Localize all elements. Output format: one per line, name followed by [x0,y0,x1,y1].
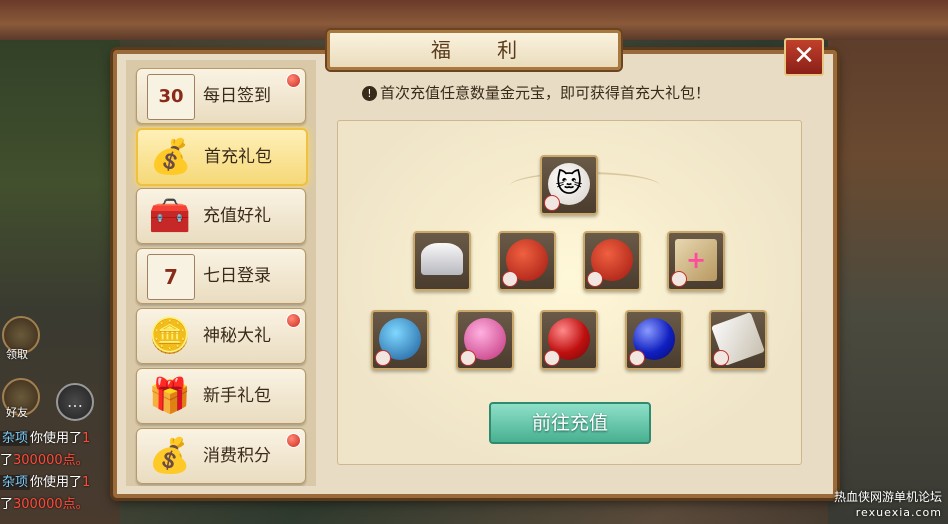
bound-seal-icon [544,350,560,366]
gold-coins-icon: 💰 [148,436,192,476]
chat-line: 了300000点。 [0,453,89,468]
chat-bubble-icon[interactable]: … [56,383,94,421]
notification-badge [286,433,301,448]
bound-seal-icon [375,350,391,366]
reward-slot[interactable] [371,310,429,370]
gift-box-icon: 🎁 [148,376,192,416]
menu-item-label: 消费积分 [203,446,271,466]
menu-item-label: 充值好礼 [203,206,271,226]
menu-item-label: 每日签到 [203,86,271,106]
bound-seal-icon [713,350,729,366]
reward-slot[interactable] [456,310,514,370]
chat-log: 杂项 你使用了1 了300000点。 杂项 你使用了1 了300000点。 [0,428,120,516]
friends-label: 好友 [6,406,28,419]
menu-item-first-recharge[interactable]: 💰 首充礼包 [136,128,308,186]
window-title: 福 利 [430,38,538,62]
treasure-chest-icon: 🧰 [148,196,192,236]
watermark: 热血侠网游单机论坛 rexuexia.com [834,490,942,520]
background-right-scene [828,0,948,524]
reward-slot[interactable] [709,310,767,370]
notification-badge [286,73,301,88]
title-plate: 福 利 [327,30,621,70]
menu-item-label: 七日登录 [203,266,271,286]
menu-item-daily-signin[interactable]: 30 每日签到 [136,68,306,124]
bound-seal-icon [544,195,560,211]
recharge-notice: ! 首次充值任意数量金元宝，即可获得首充大礼包！ [362,82,710,103]
calendar-30-icon: 30 [147,74,195,120]
calendar-7-icon: 7 [147,254,195,300]
notification-badge [286,313,301,328]
menu-item-seven-day-login[interactable]: 7 七日登录 [136,248,306,304]
reward-slot[interactable]: 🐱 [540,155,598,215]
menu-item-label: 首充礼包 [204,147,272,167]
go-recharge-button[interactable]: 前往充值 [489,402,651,444]
notice-text: 首次充值任意数量金元宝，即可获得首充大礼包！ [380,84,711,102]
menu-item-recharge-gift[interactable]: 🧰 充值好礼 [136,188,306,244]
menu-item-mystery-gift[interactable]: 🪙 神秘大礼 [136,308,306,364]
welfare-menu: 30 每日签到 💰 首充礼包 🧰 充值好礼 7 七日登录 🪙 神秘大礼 🎁 新手… [126,60,316,486]
menu-item-label: 新手礼包 [203,386,271,406]
chat-line: 杂项 你使用了1 [0,431,91,446]
watermark-title: 热血侠网游单机论坛 [833,490,942,504]
reward-slot[interactable] [498,231,556,291]
reward-slot[interactable]: + [667,231,725,291]
reward-slot[interactable] [413,231,471,291]
bound-seal-icon [460,350,476,366]
watermark-url: rexuexia.com [855,506,942,519]
menu-item-newbie-pack[interactable]: 🎁 新手礼包 [136,368,306,424]
bound-seal-icon [587,271,603,287]
chat-line: 了300000点。 [0,497,89,512]
close-button[interactable]: ✕ [784,38,824,76]
menu-item-spend-points[interactable]: 💰 消费积分 [136,428,306,484]
reward-slot[interactable] [583,231,641,291]
exclamation-icon: ! [362,86,377,101]
bound-seal-icon [629,350,645,366]
reward-slot[interactable] [625,310,683,370]
silver-ingot-icon [421,243,463,275]
close-icon: ✕ [793,41,815,71]
gold-bag-icon: 💰 [149,137,193,177]
bound-seal-icon [671,271,687,287]
menu-item-label: 神秘大礼 [203,326,271,346]
chat-line: 杂项 你使用了1 [0,475,91,490]
reward-slot[interactable] [540,310,598,370]
gold-chest-icon: 🪙 [148,316,192,356]
bound-seal-icon [502,271,518,287]
receive-label: 领取 [6,348,28,361]
